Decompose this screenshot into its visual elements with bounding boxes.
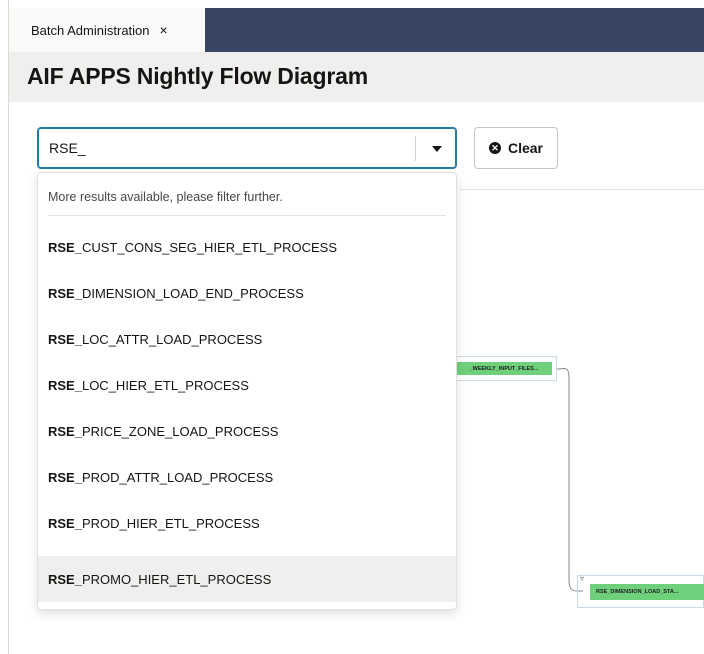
search-input[interactable]: RSE_: [49, 140, 86, 156]
connector-line: [556, 367, 584, 592]
results-note: More results available, please filter fu…: [48, 190, 283, 204]
tab-batch-administration[interactable]: Batch Administration ×: [9, 8, 205, 52]
diagram-node[interactable]: _WEEKLY_INPUT_FILES...: [456, 362, 552, 375]
page-title: AIF APPS Nightly Flow Diagram: [27, 63, 368, 89]
dropdown-option-highlighted[interactable]: RSE_ PROMO_HIER_ETL_PROCESS: [38, 556, 456, 602]
clear-button[interactable]: ✕ Clear: [474, 127, 558, 169]
divider: [460, 189, 704, 190]
divider: [48, 215, 446, 216]
combobox-divider: [415, 136, 416, 161]
chevron-down-icon: [432, 146, 442, 152]
close-circle-icon: ✕: [488, 142, 501, 154]
dropdown-option[interactable]: RSE_ DIMENSION_LOAD_END_PROCESS: [38, 270, 456, 316]
dropdown-toggle[interactable]: [424, 138, 450, 160]
dropdown-option[interactable]: RSE_ PRICE_ZONE_LOAD_PROCESS: [38, 408, 456, 454]
clear-label: Clear: [507, 140, 544, 156]
dropdown-option[interactable]: RSE_ PROD_ATTR_LOAD_PROCESS: [38, 454, 456, 500]
tab-label: Batch Administration: [31, 22, 150, 38]
dropdown-option[interactable]: RSE_ LOC_HIER_ETL_PROCESS: [38, 362, 456, 408]
dropdown-option[interactable]: RSE_ LOC_ATTR_LOAD_PROCESS: [38, 316, 456, 362]
dropdown-option[interactable]: RSE_ CUST_CONS_SEG_HIER_ETL_PROCESS: [38, 224, 456, 270]
node-marker-icon: ▿: [580, 574, 585, 583]
search-results-dropdown: More results available, please filter fu…: [37, 172, 457, 610]
search-combobox[interactable]: RSE_: [37, 127, 457, 169]
close-icon[interactable]: ×: [160, 23, 168, 37]
diagram-node[interactable]: RSE_DIMENSION_LOAD_STA...: [590, 584, 704, 600]
dropdown-option[interactable]: RSE_ PROD_HIER_ETL_PROCESS: [38, 500, 456, 546]
